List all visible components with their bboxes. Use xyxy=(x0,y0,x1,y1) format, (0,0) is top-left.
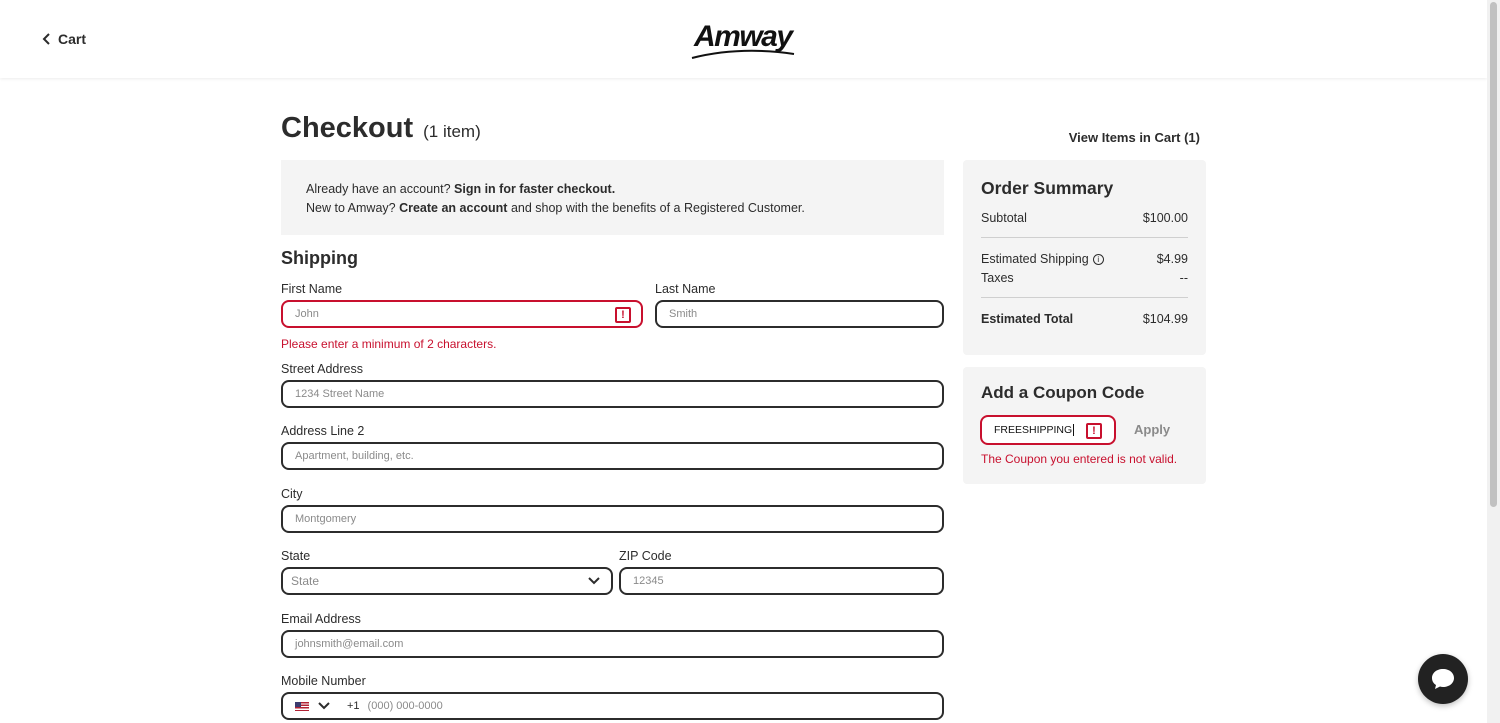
street-address-label: Street Address xyxy=(281,362,363,376)
mobile-field[interactable]: +1 (000) 000-0000 xyxy=(281,692,944,720)
signin-line: Already have an account? Sign in for fas… xyxy=(306,180,919,199)
address2-placeholder: Apartment, building, etc. xyxy=(295,450,414,462)
order-summary-title: Order Summary xyxy=(981,178,1114,198)
taxes-row: Taxes -- xyxy=(981,271,1188,285)
zip-placeholder: 12345 xyxy=(633,575,664,587)
country-code: +1 xyxy=(347,700,360,712)
create-account-line: New to Amway? Create an account and shop… xyxy=(306,199,919,218)
chevron-down-icon xyxy=(588,577,600,585)
address-line-2-label: Address Line 2 xyxy=(281,424,365,438)
zip-field[interactable]: 12345 xyxy=(619,567,944,595)
coupon-error: The Coupon you entered is not valid. xyxy=(981,452,1178,466)
create-account-link[interactable]: Create an account xyxy=(399,201,507,215)
city-label: City xyxy=(281,487,303,501)
subtotal-label: Subtotal xyxy=(981,211,1027,225)
subtotal-row: Subtotal $100.00 xyxy=(981,211,1188,225)
coupon-input[interactable]: FREESHIPPING ! xyxy=(980,415,1116,445)
text-cursor xyxy=(1073,424,1075,436)
info-icon[interactable]: i xyxy=(1092,254,1104,266)
chevron-down-icon[interactable] xyxy=(317,701,331,711)
error-icon: ! xyxy=(615,307,631,323)
summary-divider xyxy=(981,297,1188,298)
total-label: Estimated Total xyxy=(981,312,1074,326)
error-icon: ! xyxy=(1086,423,1102,439)
chat-button[interactable] xyxy=(1418,654,1468,704)
total-value: $104.99 xyxy=(1142,312,1188,326)
taxes-label: Taxes xyxy=(981,271,1014,285)
city-field[interactable]: Montgomery xyxy=(281,505,944,533)
page-title: Checkout xyxy=(281,112,414,144)
logo-swoosh-icon xyxy=(691,49,795,59)
coupon-value: FREESHIPPING xyxy=(994,424,1073,436)
total-row: Estimated Total $104.99 xyxy=(981,312,1188,326)
email-placeholder: johnsmith@email.com xyxy=(295,638,404,650)
shipping-label: Estimated Shipping xyxy=(981,252,1089,266)
summary-divider xyxy=(981,237,1188,238)
first-name-label: First Name xyxy=(281,282,343,296)
back-to-cart-link[interactable]: Cart xyxy=(42,31,86,47)
account-prompt-box: Already have an account? Sign in for fas… xyxy=(281,160,944,235)
page-scrollbar[interactable] xyxy=(1487,0,1500,723)
scrollbar-thumb[interactable] xyxy=(1490,2,1497,507)
last-name-label: Last Name xyxy=(655,282,716,296)
page-title-group: Checkout (1 item) xyxy=(281,112,481,145)
coupon-title: Add a Coupon Code xyxy=(981,383,1145,402)
us-flag-icon[interactable] xyxy=(295,701,309,711)
first-name-error: Please enter a minimum of 2 characters. xyxy=(281,337,497,351)
email-field[interactable]: johnsmith@email.com xyxy=(281,630,944,658)
header: Cart Amway xyxy=(0,0,1487,78)
view-items-in-cart-link[interactable]: View Items in Cart (1) xyxy=(1069,130,1200,145)
first-name-placeholder: John xyxy=(295,308,319,320)
signin-prefix: Already have an account? xyxy=(306,182,455,196)
coupon-panel: Add a Coupon Code FREESHIPPING ! Apply T… xyxy=(963,367,1206,484)
mobile-placeholder: (000) 000-0000 xyxy=(367,700,443,712)
street-placeholder: 1234 Street Name xyxy=(295,388,385,400)
amway-logo[interactable]: Amway xyxy=(688,20,798,62)
create-prefix: New to Amway? xyxy=(306,201,400,215)
back-label: Cart xyxy=(58,31,87,47)
chat-bubble-icon xyxy=(1432,669,1454,689)
item-count: (1 item) xyxy=(423,122,481,141)
street-address-field[interactable]: 1234 Street Name xyxy=(281,380,944,408)
state-select[interactable]: State xyxy=(281,567,613,595)
state-value: State xyxy=(291,574,320,588)
sign-in-link[interactable]: Sign in for faster checkout. xyxy=(454,182,615,196)
last-name-placeholder: Smith xyxy=(669,308,698,320)
last-name-field[interactable]: Smith xyxy=(655,300,944,328)
shipping-value: $4.99 xyxy=(1156,252,1188,266)
mobile-label: Mobile Number xyxy=(281,674,366,688)
chevron-left-icon xyxy=(42,33,50,45)
shipping-row: Estimated Shipping i $4.99 xyxy=(981,252,1188,266)
state-label: State xyxy=(281,549,311,563)
create-suffix: and shop with the benefits of a Register… xyxy=(507,201,805,215)
email-label: Email Address xyxy=(281,612,361,626)
address-line-2-field[interactable]: Apartment, building, etc. xyxy=(281,442,944,470)
apply-coupon-button[interactable]: Apply xyxy=(1134,422,1170,437)
shipping-title: Shipping xyxy=(281,248,358,268)
order-summary-panel: Order Summary Subtotal $100.00 Estimated… xyxy=(963,160,1206,355)
taxes-value: -- xyxy=(1179,271,1188,285)
city-placeholder: Montgomery xyxy=(295,513,357,525)
subtotal-value: $100.00 xyxy=(1142,211,1188,225)
zip-label: ZIP Code xyxy=(619,549,672,563)
first-name-field[interactable]: John ! xyxy=(281,300,643,328)
